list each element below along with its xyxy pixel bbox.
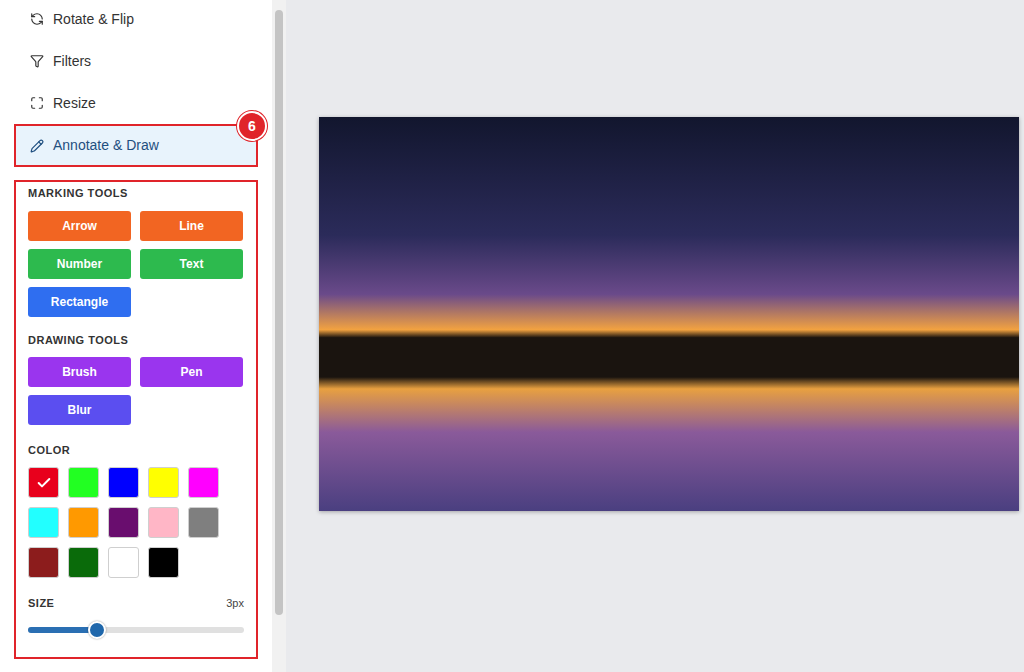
color-swatch[interactable] bbox=[108, 507, 139, 538]
color-swatch[interactable] bbox=[148, 547, 179, 578]
color-swatch[interactable] bbox=[28, 507, 59, 538]
sidebar: Rotate & Flip Filters Resize Annotate & Dra… bbox=[0, 0, 272, 672]
menu-item[interactable]: Rotate & Flip bbox=[14, 0, 258, 40]
color-swatch[interactable] bbox=[28, 547, 59, 578]
tool-button[interactable]: Pen bbox=[140, 357, 243, 387]
menu: Rotate & Flip Filters Resize Annotate & Dra… bbox=[0, 0, 272, 167]
menu-label: Filters bbox=[53, 51, 91, 72]
scrollbar bbox=[272, 0, 286, 672]
menu-label: Rotate & Flip bbox=[53, 9, 134, 30]
tool-button[interactable]: Rectangle bbox=[28, 287, 131, 317]
color-swatches bbox=[28, 467, 244, 578]
app: Rotate & Flip Filters Resize Annotate & Dra… bbox=[0, 0, 1024, 672]
menu-item[interactable]: Filters bbox=[14, 40, 258, 82]
color-swatch[interactable] bbox=[148, 507, 179, 538]
color-swatch[interactable] bbox=[68, 507, 99, 538]
photo bbox=[319, 117, 1019, 511]
section-title: MARKING TOOLS bbox=[28, 185, 244, 201]
size-row: SIZE 3px bbox=[28, 595, 244, 611]
menu-label: Resize bbox=[53, 93, 96, 114]
tool-button[interactable]: Brush bbox=[28, 357, 131, 387]
color-swatch[interactable] bbox=[68, 467, 99, 498]
menu-icon bbox=[30, 96, 44, 110]
menu-item[interactable]: Annotate & Draw6 bbox=[14, 124, 258, 167]
color-swatch[interactable] bbox=[108, 547, 139, 578]
tool-button[interactable]: Line bbox=[140, 211, 243, 241]
color-swatch[interactable] bbox=[68, 547, 99, 578]
tool-button[interactable]: Blur bbox=[28, 395, 131, 425]
color-swatch[interactable] bbox=[188, 467, 219, 498]
menu-label: Annotate & Draw bbox=[53, 135, 159, 156]
color-swatch[interactable] bbox=[188, 507, 219, 538]
section-title: DRAWING TOOLS bbox=[28, 332, 244, 348]
color-swatch[interactable] bbox=[148, 467, 179, 498]
color-swatch[interactable] bbox=[28, 467, 59, 498]
tool-button[interactable]: Arrow bbox=[28, 211, 131, 241]
section-title: SIZE bbox=[28, 595, 54, 611]
size-reading: 3px bbox=[226, 595, 244, 611]
size-slider[interactable] bbox=[28, 627, 244, 633]
drawing-tools: Brush Pen Blur bbox=[28, 357, 244, 425]
canvas bbox=[286, 0, 1024, 672]
check-icon bbox=[36, 475, 52, 491]
color-swatch[interactable] bbox=[108, 467, 139, 498]
menu-icon bbox=[30, 139, 44, 153]
tool-button[interactable]: Text bbox=[140, 249, 243, 279]
tool-button[interactable]: Number bbox=[28, 249, 131, 279]
annotate-panel: MARKING TOOLS Arrow Line Number Text Rectangl… bbox=[14, 180, 258, 659]
menu-icon bbox=[30, 54, 44, 68]
marking-tools: Arrow Line Number Text Rectangle bbox=[28, 211, 244, 317]
menu-item[interactable]: Resize bbox=[14, 82, 258, 124]
step-badge: 6 bbox=[237, 111, 267, 141]
slider-thumb[interactable] bbox=[88, 621, 106, 639]
slider-fill bbox=[28, 627, 97, 633]
scrollbar-thumb[interactable] bbox=[275, 10, 283, 615]
menu-icon bbox=[30, 12, 44, 26]
section-title: COLOR bbox=[28, 442, 244, 458]
